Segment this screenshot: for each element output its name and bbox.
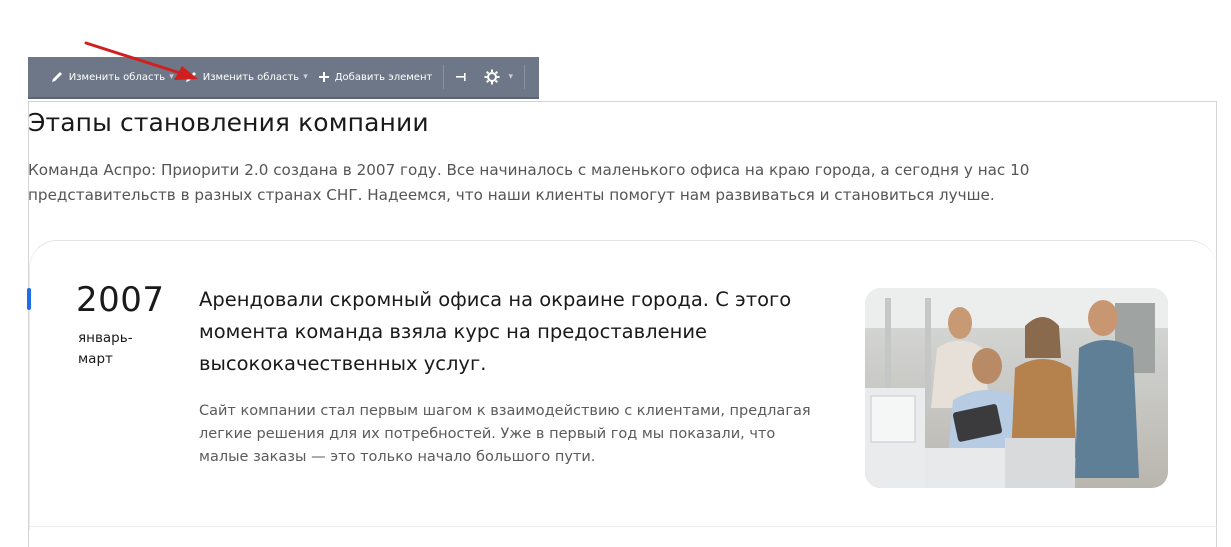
drag-handle-icon[interactable] bbox=[38, 64, 39, 90]
edit-area-label-2: Изменить область bbox=[202, 71, 300, 83]
timeline-description: Сайт компании стал первым шагом к взаимо… bbox=[199, 403, 811, 465]
drag-handle-icon[interactable] bbox=[532, 68, 533, 86]
gear-icon bbox=[484, 69, 500, 85]
settings-button[interactable]: ▾ bbox=[479, 56, 519, 98]
intro-text: Команда Аспро: Приорити 2.0 создана в 20… bbox=[28, 161, 1030, 204]
timeline-card-divider bbox=[29, 526, 1217, 527]
team-photo-illustration bbox=[865, 288, 1168, 488]
timeline-year: 2007 bbox=[76, 280, 165, 320]
chevron-down-icon[interactable]: ▾ bbox=[303, 72, 308, 82]
team-photo bbox=[865, 288, 1168, 488]
pencil-icon bbox=[51, 72, 62, 82]
add-element-label: Добавить элемент bbox=[334, 71, 433, 83]
timeline-headline: Арендовали скромный офиса на окраине гор… bbox=[199, 288, 792, 375]
plus-icon bbox=[318, 72, 329, 82]
add-element-button[interactable]: Добавить элемент bbox=[313, 56, 438, 98]
pin-icon bbox=[455, 73, 466, 81]
timeline-period: январь-март bbox=[78, 330, 133, 367]
annotation-arrow-icon bbox=[84, 41, 198, 80]
timeline-marker bbox=[27, 288, 31, 310]
chevron-down-icon[interactable]: ▾ bbox=[509, 72, 514, 82]
page-title: Этапы становления компании bbox=[28, 108, 429, 137]
pin-toolbar-button[interactable] bbox=[450, 56, 479, 98]
